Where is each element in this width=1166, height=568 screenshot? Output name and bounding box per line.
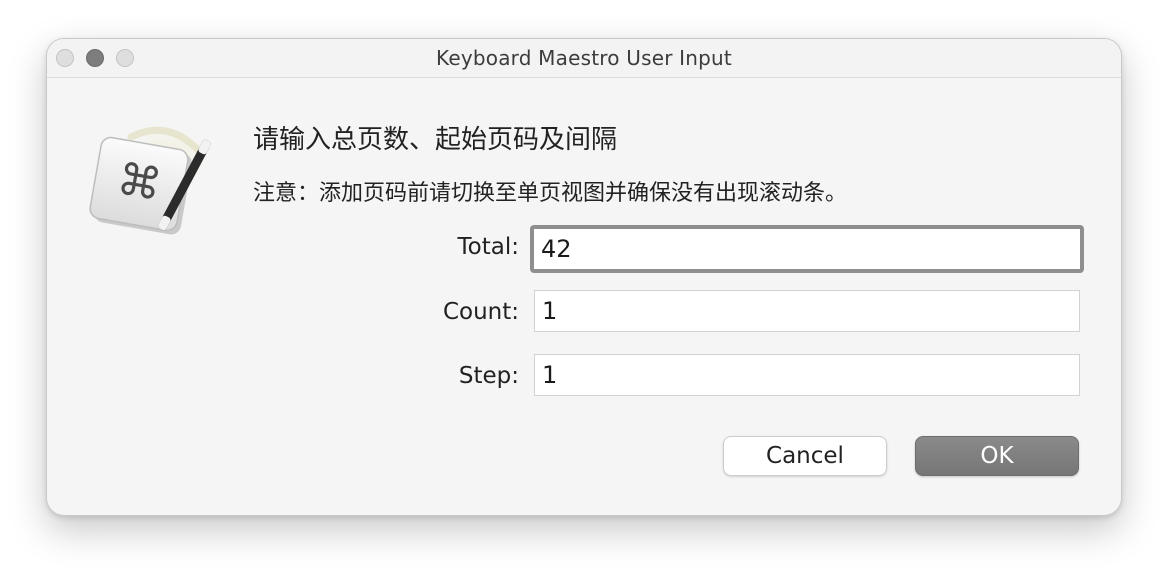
step-label: Step:: [458, 363, 519, 389]
total-input[interactable]: [530, 225, 1084, 273]
count-input[interactable]: [534, 290, 1080, 332]
title-bar: Keyboard Maestro User Input: [47, 39, 1121, 78]
keyboard-maestro-icon-graphic: ⌘: [89, 126, 211, 235]
step-input[interactable]: [534, 354, 1080, 396]
dialog-note: 注意：添加页码前请切换至单页视图并确保没有出现滚动条。: [253, 181, 848, 206]
command-key-glyph: ⌘: [113, 154, 165, 212]
dialog-heading: 请输入总页数、起始页码及间隔: [253, 125, 618, 155]
ok-button[interactable]: OK: [915, 436, 1079, 476]
total-label: Total:: [457, 234, 519, 260]
user-input-window: Keyboard Maestro User Input ⌘ 请输入总页数、起始页…: [46, 38, 1122, 516]
cancel-button[interactable]: Cancel: [723, 436, 887, 476]
keyboard-maestro-app-icon: ⌘: [85, 115, 215, 245]
count-label: Count:: [442, 299, 519, 325]
window-title: Keyboard Maestro User Input: [436, 46, 732, 70]
